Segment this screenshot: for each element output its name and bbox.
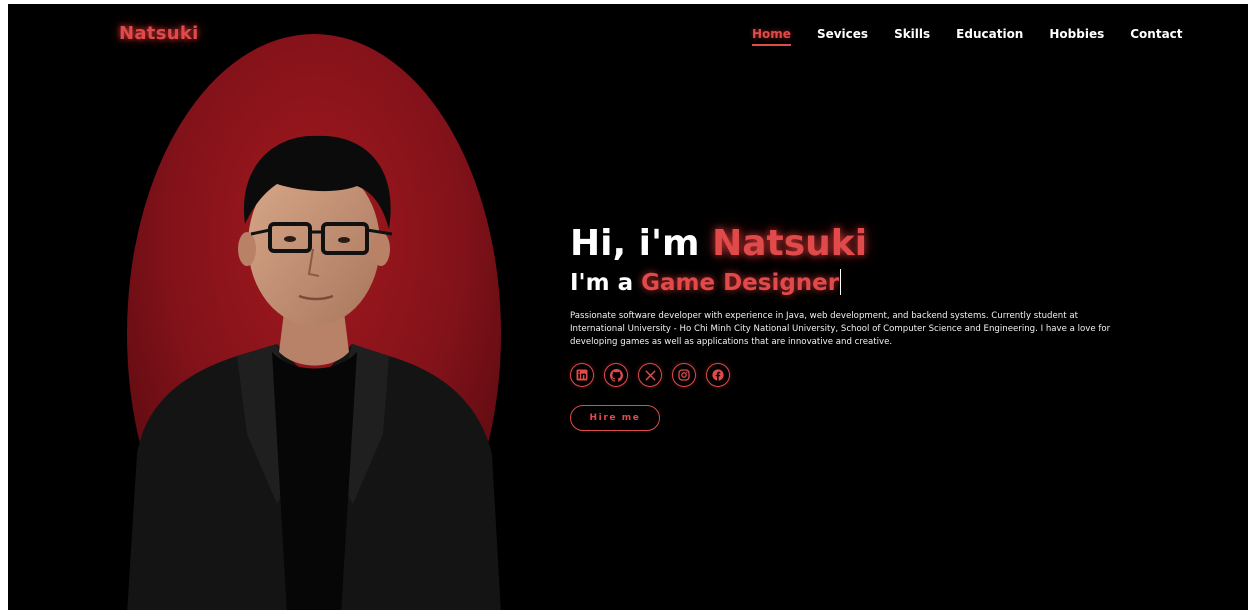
nav-home[interactable]: Home [752, 27, 791, 46]
x-icon [644, 369, 656, 381]
x-link[interactable] [638, 363, 662, 387]
main-nav: Home Sevices Skills Education Hobbies Co… [752, 27, 1209, 46]
hero-bio: Passionate software developer with exper… [570, 311, 1111, 347]
nav-services[interactable]: Sevices [817, 27, 868, 46]
nav-hobbies[interactable]: Hobbies [1049, 27, 1104, 46]
role-prefix: I'm a [570, 270, 642, 296]
greeting-name: Natsuki [712, 223, 868, 264]
instagram-link[interactable] [672, 363, 696, 387]
facebook-icon [712, 369, 724, 381]
page-frame: Natsuki Home Sevices Skills Education Ho… [8, 4, 1248, 610]
nav-education[interactable]: Education [956, 27, 1023, 46]
hire-me-button[interactable]: Hire me [570, 405, 660, 431]
instagram-icon [678, 369, 690, 381]
linkedin-icon [576, 369, 588, 381]
linkedin-link[interactable] [570, 363, 594, 387]
nav-skills[interactable]: Skills [894, 27, 930, 46]
github-icon [609, 368, 623, 382]
hero-role: I'm a Game Designer [570, 268, 1130, 298]
social-links [570, 363, 1130, 387]
hero-section: Hi, i'm Natsuki I'm a Game Designer Pass… [570, 222, 1130, 431]
hero-greeting: Hi, i'm Natsuki [570, 222, 1130, 266]
facebook-link[interactable] [706, 363, 730, 387]
github-link[interactable] [604, 363, 628, 387]
profile-portrait [127, 34, 501, 610]
nav-contact[interactable]: Contact [1130, 27, 1182, 46]
role-highlight: Game Designer [641, 270, 840, 296]
typing-caret [840, 269, 842, 295]
greeting-prefix: Hi, i'm [570, 223, 713, 264]
